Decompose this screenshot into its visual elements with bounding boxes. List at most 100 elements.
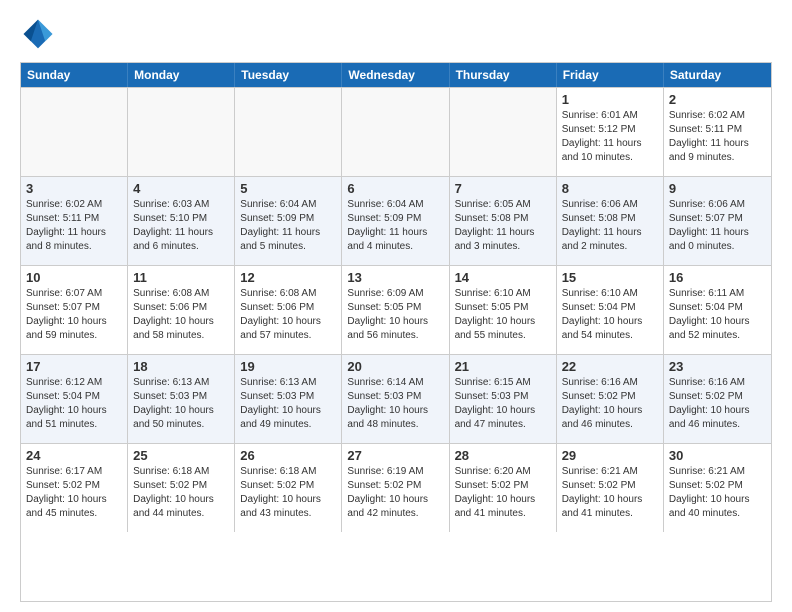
calendar-cell: 16 Sunrise: 6:11 AM Sunset: 5:04 PM Dayli… — [664, 266, 771, 354]
day-info: Sunrise: 6:02 AM Sunset: 5:11 PM Dayligh… — [669, 109, 766, 165]
calendar-cell: 8 Sunrise: 6:06 AM Sunset: 5:08 PM Daylig… — [557, 177, 664, 265]
day-info: Sunrise: 6:05 AM Sunset: 5:08 PM Dayligh… — [455, 198, 551, 254]
day-info: Sunrise: 6:10 AM Sunset: 5:04 PM Dayligh… — [562, 287, 658, 343]
day-number: 15 — [562, 270, 658, 285]
calendar-cell: 15 Sunrise: 6:10 AM Sunset: 5:04 PM Dayli… — [557, 266, 664, 354]
calendar-cell: 4 Sunrise: 6:03 AM Sunset: 5:10 PM Daylig… — [128, 177, 235, 265]
day-info: Sunrise: 6:13 AM Sunset: 5:03 PM Dayligh… — [240, 376, 336, 432]
day-number: 26 — [240, 448, 336, 463]
calendar-cell: 18 Sunrise: 6:13 AM Sunset: 5:03 PM Dayli… — [128, 355, 235, 443]
calendar-week-2: 3 Sunrise: 6:02 AM Sunset: 5:11 PM Daylig… — [21, 176, 771, 265]
day-number: 21 — [455, 359, 551, 374]
calendar-cell — [21, 88, 128, 176]
day-number: 20 — [347, 359, 443, 374]
calendar-cell: 29Sunrise: 6:21 AM Sunset: 5:02 PM Dayli… — [557, 444, 664, 532]
day-info: Sunrise: 6:13 AM Sunset: 5:03 PM Dayligh… — [133, 376, 229, 432]
day-info: Sunrise: 6:09 AM Sunset: 5:05 PM Dayligh… — [347, 287, 443, 343]
day-info: Sunrise: 6:01 AM Sunset: 5:12 PM Dayligh… — [562, 109, 658, 165]
day-number: 19 — [240, 359, 336, 374]
day-info: Sunrise: 6:11 AM Sunset: 5:04 PM Dayligh… — [669, 287, 766, 343]
day-number: 28 — [455, 448, 551, 463]
calendar-cell: 12Sunrise: 6:08 AM Sunset: 5:06 PM Dayli… — [235, 266, 342, 354]
calendar-week-4: 17 Sunrise: 6:12 AM Sunset: 5:04 PM Dayli… — [21, 354, 771, 443]
calendar-cell: 14 Sunrise: 6:10 AM Sunset: 5:05 PM Dayli… — [450, 266, 557, 354]
day-info: Sunrise: 6:17 AM Sunset: 5:02 PM Dayligh… — [26, 465, 122, 521]
calendar-cell: 6 Sunrise: 6:04 AM Sunset: 5:09 PM Daylig… — [342, 177, 449, 265]
day-info: Sunrise: 6:02 AM Sunset: 5:11 PM Dayligh… — [26, 198, 122, 254]
logo — [20, 16, 60, 52]
calendar-cell: 23 Sunrise: 6:16 AM Sunset: 5:02 PM Dayli… — [664, 355, 771, 443]
calendar-cell: 24 Sunrise: 6:17 AM Sunset: 5:02 PM Dayli… — [21, 444, 128, 532]
calendar-cell: 27Sunrise: 6:19 AM Sunset: 5:02 PM Dayli… — [342, 444, 449, 532]
calendar-cell: 3 Sunrise: 6:02 AM Sunset: 5:11 PM Daylig… — [21, 177, 128, 265]
day-info: Sunrise: 6:08 AM Sunset: 5:06 PM Dayligh… — [240, 287, 336, 343]
calendar-cell: 28Sunrise: 6:20 AM Sunset: 5:02 PM Dayli… — [450, 444, 557, 532]
calendar-cell: 19 Sunrise: 6:13 AM Sunset: 5:03 PM Dayli… — [235, 355, 342, 443]
calendar-cell — [235, 88, 342, 176]
calendar-cell: 13 Sunrise: 6:09 AM Sunset: 5:05 PM Dayli… — [342, 266, 449, 354]
day-info: Sunrise: 6:08 AM Sunset: 5:06 PM Dayligh… — [133, 287, 229, 343]
page: Sunday Monday Tuesday Wednesday Thursday… — [0, 0, 792, 612]
calendar-cell: 1Sunrise: 6:01 AM Sunset: 5:12 PM Daylig… — [557, 88, 664, 176]
day-info: Sunrise: 6:21 AM Sunset: 5:02 PM Dayligh… — [669, 465, 766, 521]
calendar-cell: 10Sunrise: 6:07 AM Sunset: 5:07 PM Dayli… — [21, 266, 128, 354]
header-saturday: Saturday — [664, 63, 771, 87]
calendar-week-5: 24 Sunrise: 6:17 AM Sunset: 5:02 PM Dayli… — [21, 443, 771, 532]
calendar-cell: 7 Sunrise: 6:05 AM Sunset: 5:08 PM Daylig… — [450, 177, 557, 265]
day-number: 8 — [562, 181, 658, 196]
day-info: Sunrise: 6:18 AM Sunset: 5:02 PM Dayligh… — [133, 465, 229, 521]
day-info: Sunrise: 6:06 AM Sunset: 5:08 PM Dayligh… — [562, 198, 658, 254]
header-wednesday: Wednesday — [342, 63, 449, 87]
day-number: 25 — [133, 448, 229, 463]
calendar-cell: 30 Sunrise: 6:21 AM Sunset: 5:02 PM Dayli… — [664, 444, 771, 532]
calendar: Sunday Monday Tuesday Wednesday Thursday… — [20, 62, 772, 602]
day-info: Sunrise: 6:14 AM Sunset: 5:03 PM Dayligh… — [347, 376, 443, 432]
day-info: Sunrise: 6:10 AM Sunset: 5:05 PM Dayligh… — [455, 287, 551, 343]
day-number: 24 — [26, 448, 122, 463]
header-sunday: Sunday — [21, 63, 128, 87]
day-number: 11 — [133, 270, 229, 285]
calendar-header: Sunday Monday Tuesday Wednesday Thursday… — [21, 63, 771, 87]
day-number: 6 — [347, 181, 443, 196]
day-number: 16 — [669, 270, 766, 285]
logo-icon — [20, 16, 56, 52]
day-info: Sunrise: 6:03 AM Sunset: 5:10 PM Dayligh… — [133, 198, 229, 254]
header-tuesday: Tuesday — [235, 63, 342, 87]
calendar-cell — [128, 88, 235, 176]
calendar-body: 1Sunrise: 6:01 AM Sunset: 5:12 PM Daylig… — [21, 87, 771, 532]
calendar-cell: 22 Sunrise: 6:16 AM Sunset: 5:02 PM Dayli… — [557, 355, 664, 443]
day-info: Sunrise: 6:16 AM Sunset: 5:02 PM Dayligh… — [562, 376, 658, 432]
day-info: Sunrise: 6:12 AM Sunset: 5:04 PM Dayligh… — [26, 376, 122, 432]
day-info: Sunrise: 6:19 AM Sunset: 5:02 PM Dayligh… — [347, 465, 443, 521]
day-number: 2 — [669, 92, 766, 107]
calendar-cell: 17 Sunrise: 6:12 AM Sunset: 5:04 PM Dayli… — [21, 355, 128, 443]
day-info: Sunrise: 6:16 AM Sunset: 5:02 PM Dayligh… — [669, 376, 766, 432]
day-info: Sunrise: 6:04 AM Sunset: 5:09 PM Dayligh… — [240, 198, 336, 254]
day-number: 10 — [26, 270, 122, 285]
calendar-cell — [342, 88, 449, 176]
day-info: Sunrise: 6:04 AM Sunset: 5:09 PM Dayligh… — [347, 198, 443, 254]
day-number: 30 — [669, 448, 766, 463]
day-number: 17 — [26, 359, 122, 374]
header-monday: Monday — [128, 63, 235, 87]
day-number: 23 — [669, 359, 766, 374]
calendar-cell — [450, 88, 557, 176]
header-thursday: Thursday — [450, 63, 557, 87]
day-number: 7 — [455, 181, 551, 196]
calendar-cell: 9 Sunrise: 6:06 AM Sunset: 5:07 PM Daylig… — [664, 177, 771, 265]
calendar-week-1: 1Sunrise: 6:01 AM Sunset: 5:12 PM Daylig… — [21, 87, 771, 176]
calendar-week-3: 10Sunrise: 6:07 AM Sunset: 5:07 PM Dayli… — [21, 265, 771, 354]
day-number: 22 — [562, 359, 658, 374]
day-number: 18 — [133, 359, 229, 374]
day-number: 3 — [26, 181, 122, 196]
header-friday: Friday — [557, 63, 664, 87]
day-number: 13 — [347, 270, 443, 285]
calendar-cell: 26Sunrise: 6:18 AM Sunset: 5:02 PM Dayli… — [235, 444, 342, 532]
calendar-cell: 11 Sunrise: 6:08 AM Sunset: 5:06 PM Dayli… — [128, 266, 235, 354]
day-number: 14 — [455, 270, 551, 285]
calendar-cell: 21Sunrise: 6:15 AM Sunset: 5:03 PM Dayli… — [450, 355, 557, 443]
day-number: 9 — [669, 181, 766, 196]
day-info: Sunrise: 6:06 AM Sunset: 5:07 PM Dayligh… — [669, 198, 766, 254]
day-number: 4 — [133, 181, 229, 196]
calendar-cell: 20 Sunrise: 6:14 AM Sunset: 5:03 PM Dayli… — [342, 355, 449, 443]
